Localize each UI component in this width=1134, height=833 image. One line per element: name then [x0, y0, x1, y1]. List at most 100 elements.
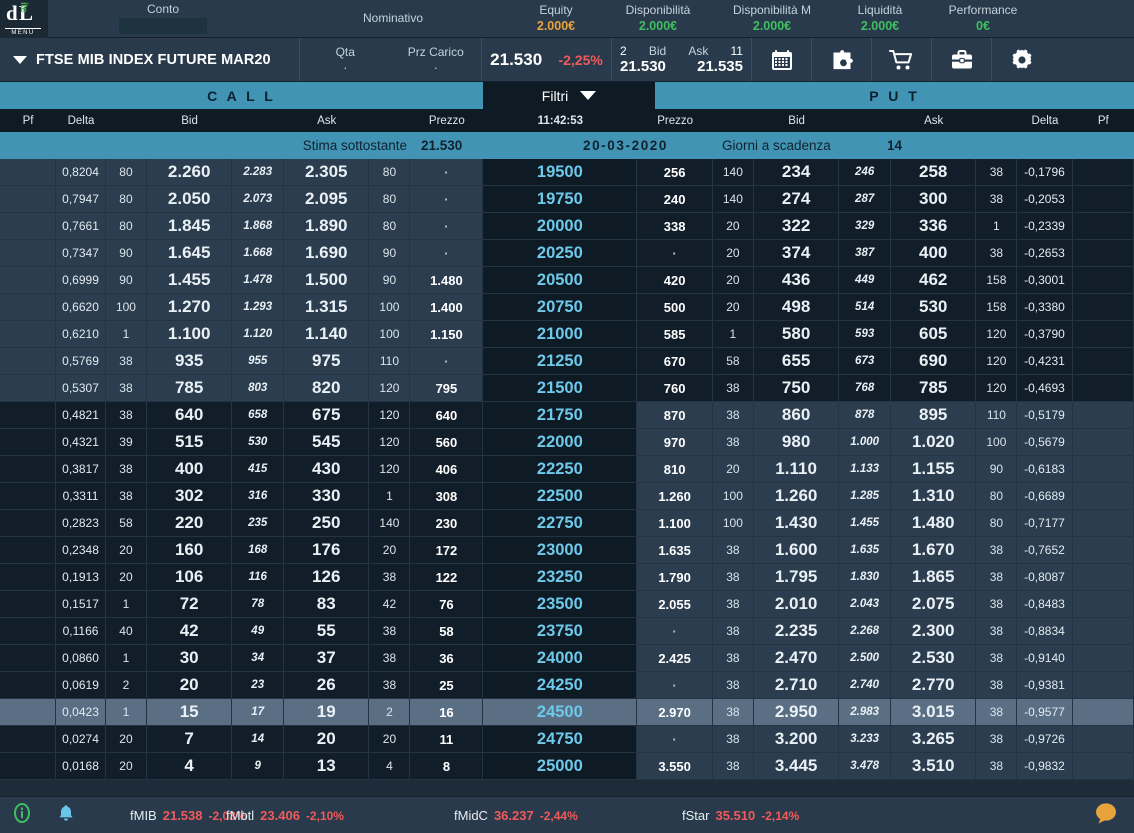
- put-bid-cell[interactable]: 2.470: [753, 645, 840, 671]
- put-ask-cell[interactable]: 1.155: [890, 456, 977, 482]
- put-bid-qty-cell[interactable]: 140: [712, 159, 754, 185]
- call-pf-cell[interactable]: [0, 402, 57, 428]
- call-bid-qty-cell[interactable]: 2: [105, 672, 147, 698]
- strike-cell[interactable]: 21500: [483, 375, 638, 401]
- strike-cell[interactable]: 24000: [483, 645, 638, 671]
- call-mid-cell[interactable]: 1.868: [232, 213, 285, 239]
- put-mid-cell[interactable]: 3.233: [839, 726, 891, 752]
- call-bid-qty-cell[interactable]: 1: [105, 699, 147, 725]
- call-pf-cell[interactable]: [0, 645, 57, 671]
- put-bid-cell[interactable]: 580: [753, 321, 840, 347]
- put-ask-qty-cell[interactable]: 120: [976, 375, 1018, 401]
- call-delta-cell[interactable]: 0,0860: [56, 645, 106, 671]
- put-ask-qty-cell[interactable]: 120: [976, 348, 1018, 374]
- put-bid-cell[interactable]: 655: [753, 348, 840, 374]
- put-ask-qty-cell[interactable]: 38: [976, 699, 1018, 725]
- option-chain-row[interactable]: 0,6999 90 1.455 1.478 1.500 90 1.480 20500 420 20…: [0, 267, 1134, 294]
- call-bid-qty-cell[interactable]: 1: [105, 591, 147, 617]
- put-ask-qty-cell[interactable]: 38: [976, 672, 1018, 698]
- call-prezzo-cell[interactable]: 16: [410, 699, 484, 725]
- put-bid-cell[interactable]: 980: [753, 429, 840, 455]
- call-ask-qty-cell[interactable]: 90: [369, 240, 411, 266]
- call-bid-qty-cell[interactable]: 80: [105, 186, 147, 212]
- put-pf-cell[interactable]: [1072, 618, 1134, 644]
- put-pf-cell[interactable]: [1072, 321, 1134, 347]
- call-ask-cell[interactable]: 176: [284, 537, 370, 563]
- put-mid-cell[interactable]: 387: [839, 240, 891, 266]
- put-delta-cell[interactable]: -0,3001: [1017, 267, 1073, 293]
- put-ask-qty-cell[interactable]: 158: [976, 294, 1018, 320]
- call-bid-cell[interactable]: 400: [146, 456, 233, 482]
- put-ask-cell[interactable]: 785: [890, 375, 977, 401]
- call-bid-cell[interactable]: 1.645: [146, 240, 233, 266]
- put-bid-cell[interactable]: 498: [753, 294, 840, 320]
- strike-cell[interactable]: 20750: [483, 294, 638, 320]
- put-bid-cell[interactable]: 374: [753, 240, 840, 266]
- call-ask-cell[interactable]: 55: [284, 618, 370, 644]
- call-ask-cell[interactable]: 2.305: [284, 159, 370, 185]
- chat-button[interactable]: [1078, 801, 1134, 830]
- strike-cell[interactable]: 25000: [483, 753, 638, 779]
- option-chain-row[interactable]: 0,4821 38 640 658 675 120 640 21750 870 38 860 878 8…: [0, 402, 1134, 429]
- put-ask-cell[interactable]: 2.770: [890, 672, 977, 698]
- call-ask-qty-cell[interactable]: 42: [369, 591, 411, 617]
- call-mid-cell[interactable]: 1.478: [232, 267, 285, 293]
- option-chain-row[interactable]: 0,0423 1 15 17 19 2 16 24500 2.970 38 2.950 2.983 3.…: [0, 699, 1134, 726]
- put-prezzo-cell[interactable]: 585: [637, 321, 713, 347]
- call-ask-qty-cell[interactable]: 140: [369, 510, 411, 536]
- put-mid-cell[interactable]: 329: [839, 213, 891, 239]
- put-pf-cell[interactable]: [1072, 456, 1134, 482]
- put-prezzo-cell[interactable]: ·: [637, 240, 713, 266]
- call-ask-qty-cell[interactable]: 38: [369, 618, 411, 644]
- put-prezzo-cell[interactable]: ·: [637, 672, 713, 698]
- call-mid-cell[interactable]: 34: [232, 645, 285, 671]
- put-bid-cell[interactable]: 2.235: [753, 618, 840, 644]
- call-delta-cell[interactable]: 0,6999: [56, 267, 106, 293]
- put-delta-cell[interactable]: -0,6183: [1017, 456, 1073, 482]
- call-mid-cell[interactable]: 1.668: [232, 240, 285, 266]
- put-ask-cell[interactable]: 605: [890, 321, 977, 347]
- put-mid-cell[interactable]: 514: [839, 294, 891, 320]
- option-chain-row[interactable]: 0,7947 80 2.050 2.073 2.095 80 · 19750 240 140 274…: [0, 186, 1134, 213]
- call-prezzo-cell[interactable]: 1.480: [410, 267, 484, 293]
- call-prezzo-cell[interactable]: 230: [410, 510, 484, 536]
- app-logo-menu-button[interactable]: d L ite MENU: [0, 0, 48, 38]
- put-mid-cell[interactable]: 449: [839, 267, 891, 293]
- call-pf-cell[interactable]: [0, 186, 57, 212]
- call-bid-cell[interactable]: 2.050: [146, 186, 233, 212]
- put-ask-qty-cell[interactable]: 38: [976, 537, 1018, 563]
- put-mid-cell[interactable]: 246: [839, 159, 891, 185]
- call-ask-cell[interactable]: 545: [284, 429, 370, 455]
- put-delta-cell[interactable]: -0,9832: [1017, 753, 1073, 779]
- put-mid-cell[interactable]: 673: [839, 348, 891, 374]
- call-prezzo-cell[interactable]: 1.150: [410, 321, 484, 347]
- put-pf-cell[interactable]: [1072, 429, 1134, 455]
- put-prezzo-cell[interactable]: 1.790: [637, 564, 713, 590]
- put-mid-cell[interactable]: 2.043: [839, 591, 891, 617]
- call-pf-cell[interactable]: [0, 429, 57, 455]
- put-ask-cell[interactable]: 690: [890, 348, 977, 374]
- put-pf-cell[interactable]: [1072, 294, 1134, 320]
- put-ask-cell[interactable]: 895: [890, 402, 977, 428]
- call-prezzo-cell[interactable]: 36: [410, 645, 484, 671]
- put-bid-qty-cell[interactable]: 38: [712, 375, 754, 401]
- call-bid-qty-cell[interactable]: 39: [105, 429, 147, 455]
- put-delta-cell[interactable]: -0,9726: [1017, 726, 1073, 752]
- call-prezzo-cell[interactable]: 640: [410, 402, 484, 428]
- call-ask-cell[interactable]: 19: [284, 699, 370, 725]
- strike-cell[interactable]: 22750: [483, 510, 638, 536]
- call-ask-qty-cell[interactable]: 1: [369, 483, 411, 509]
- put-bid-qty-cell[interactable]: 140: [712, 186, 754, 212]
- call-pf-cell[interactable]: [0, 753, 57, 779]
- put-pf-cell[interactable]: [1072, 375, 1134, 401]
- put-mid-cell[interactable]: 878: [839, 402, 891, 428]
- put-mid-cell[interactable]: 1.455: [839, 510, 891, 536]
- call-bid-qty-cell[interactable]: 38: [105, 456, 147, 482]
- put-pf-cell[interactable]: [1072, 510, 1134, 536]
- index-ticker[interactable]: fStar 35.510 -2,14%: [682, 808, 902, 823]
- call-ask-qty-cell[interactable]: 20: [369, 726, 411, 752]
- call-prezzo-cell[interactable]: 172: [410, 537, 484, 563]
- call-mid-cell[interactable]: 530: [232, 429, 285, 455]
- call-ask-cell[interactable]: 83: [284, 591, 370, 617]
- call-mid-cell[interactable]: 1.293: [232, 294, 285, 320]
